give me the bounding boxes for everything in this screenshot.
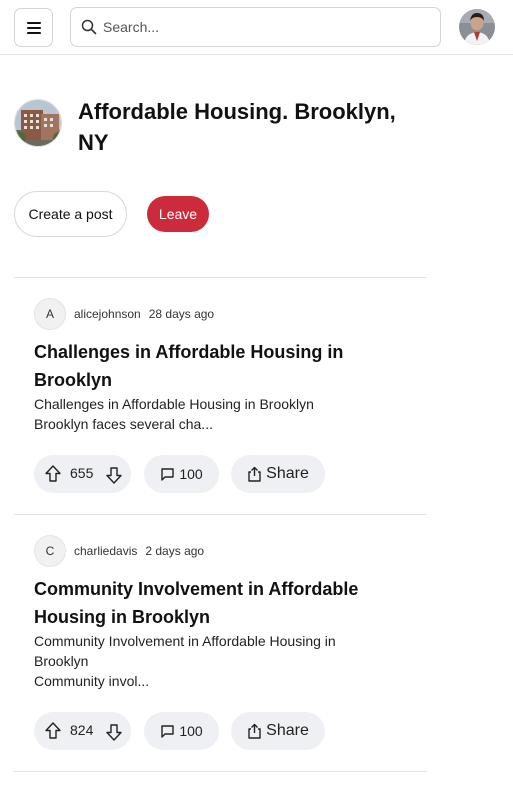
share-label: Share [266, 465, 309, 482]
leave-button[interactable]: Leave [147, 196, 209, 232]
user-avatar[interactable] [459, 9, 495, 45]
post-actions: 824 100 Share [34, 712, 334, 750]
post-time: 28 days ago [148, 307, 215, 321]
upvote-button[interactable] [43, 464, 63, 484]
post-card[interactable]: C charliedavis 2 days ago Community Invo… [14, 535, 427, 755]
post-body-line: Brooklyn faces several cha... [34, 416, 213, 432]
share-icon [248, 466, 261, 482]
post-actions: 655 100 Share [34, 455, 334, 493]
post-time: 2 days ago [145, 544, 205, 558]
comments-button[interactable]: 100 [144, 712, 219, 750]
post-title[interactable]: Challenges in Affordable Housing in Broo… [34, 338, 374, 394]
post-card[interactable]: A alicejohnson 28 days ago Challenges in… [14, 298, 427, 498]
divider [14, 771, 427, 772]
post-username[interactable]: alicejohnson [74, 307, 141, 321]
create-post-button[interactable]: Create a post [14, 191, 127, 237]
menu-button[interactable] [14, 8, 53, 47]
comment-icon [161, 467, 175, 481]
post-body: Community Involvement in Affordable Hous… [34, 631, 364, 691]
post-meta: A alicejohnson 28 days ago [34, 298, 214, 330]
post-title[interactable]: Community Involvement in Affordable Hous… [34, 575, 374, 631]
search-input[interactable] [103, 19, 423, 35]
post-meta: C charliedavis 2 days ago [34, 535, 204, 567]
community-header: Affordable Housing. Brooklyn, NY [14, 96, 434, 160]
arrow-down-icon [106, 467, 122, 484]
community-title: Affordable Housing. Brooklyn, NY [78, 99, 396, 155]
post-body-line: Community Involvement in Affordable Hous… [34, 633, 336, 669]
community-image [14, 99, 62, 147]
divider [14, 514, 427, 515]
share-button[interactable]: Share [231, 455, 325, 493]
comment-count: 100 [179, 723, 203, 739]
vote-count: 824 [70, 722, 94, 738]
comment-icon [161, 724, 175, 738]
user-avatar-initial[interactable]: A [34, 298, 66, 330]
top-bar [0, 0, 513, 55]
divider [14, 277, 427, 278]
share-icon [248, 723, 261, 739]
search-box[interactable] [70, 7, 441, 47]
arrow-down-icon [106, 724, 122, 741]
downvote-button[interactable] [104, 465, 124, 485]
share-button[interactable]: Share [231, 712, 325, 750]
vote-control: 655 [34, 455, 131, 493]
upvote-button[interactable] [43, 721, 63, 741]
user-avatar-initial[interactable]: C [34, 535, 66, 567]
share-label: Share [266, 722, 309, 739]
search-icon [81, 19, 97, 35]
post-body-line: Community invol... [34, 673, 150, 689]
downvote-button[interactable] [104, 722, 124, 742]
post-username[interactable]: charliedavis [74, 544, 137, 558]
vote-control: 824 [34, 712, 131, 750]
hamburger-menu-icon [26, 21, 41, 34]
comments-button[interactable]: 100 [144, 455, 219, 493]
post-body: Challenges in Affordable Housing in Broo… [34, 394, 364, 434]
post-body-line: Challenges in Affordable Housing in Broo… [34, 396, 314, 412]
arrow-up-icon [45, 465, 61, 482]
comment-count: 100 [179, 466, 203, 482]
arrow-up-icon [45, 722, 61, 739]
vote-count: 655 [70, 465, 94, 481]
